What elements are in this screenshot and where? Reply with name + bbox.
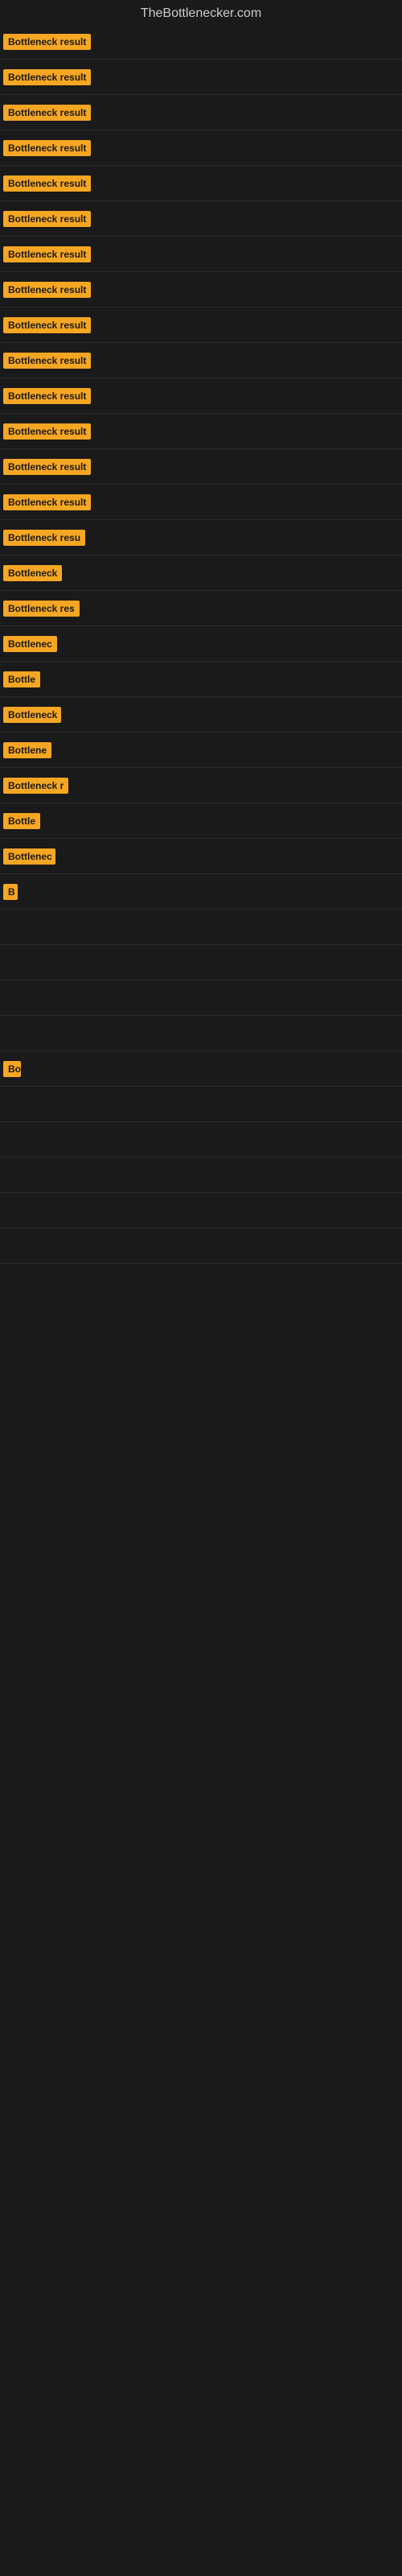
list-item[interactable]: Bottlene [0,733,402,768]
list-item[interactable]: Bottleneck result [0,272,402,308]
bottleneck-result-label: Bottle [3,671,40,687]
bottleneck-result-label: Bo [3,1061,21,1077]
site-title-bar: TheBottlenecker.com [0,0,402,24]
bottleneck-result-label: Bottleneck result [3,494,91,510]
list-item[interactable] [0,910,402,945]
list-item[interactable]: Bottleneck result [0,237,402,272]
list-item[interactable]: Bottleneck result [0,60,402,95]
list-item[interactable]: Bottleneck result [0,485,402,520]
list-item[interactable] [0,1193,402,1228]
site-title: TheBottlenecker.com [0,0,402,24]
bottleneck-result-label: Bottleneck result [3,105,91,121]
bottleneck-result-label: B [3,884,18,900]
list-item[interactable]: Bottleneck result [0,308,402,343]
bottleneck-result-label: Bottleneck result [3,317,91,333]
list-item[interactable]: Bottleneck result [0,24,402,60]
list-item[interactable]: Bottleneck result [0,378,402,414]
list-item[interactable]: Bottle [0,662,402,697]
bottleneck-result-label: Bottle [3,813,40,829]
bottleneck-result-label: Bottleneck result [3,140,91,156]
bottleneck-result-label: Bottleneck result [3,423,91,440]
bottleneck-result-label: Bottlene [3,742,51,758]
list-item[interactable]: Bottleneck result [0,343,402,378]
bottleneck-result-label: Bottleneck result [3,34,91,50]
list-item[interactable]: Bottleneck [0,555,402,591]
list-item[interactable] [0,1087,402,1122]
list-item[interactable] [0,1016,402,1051]
list-item[interactable]: Bottleneck result [0,201,402,237]
bottleneck-result-label: Bottleneck result [3,175,91,192]
list-item[interactable] [0,1122,402,1158]
bottleneck-result-label: Bottlenec [3,636,57,652]
bottleneck-result-label: Bottleneck resu [3,530,85,546]
list-item[interactable]: Bottleneck result [0,95,402,130]
bottleneck-result-label: Bottleneck result [3,69,91,85]
bottleneck-result-label: Bottleneck result [3,459,91,475]
bottleneck-result-label: Bottleneck result [3,246,91,262]
list-item[interactable]: Bottleneck result [0,449,402,485]
bottleneck-result-label: Bottleneck result [3,282,91,298]
rows-container: Bottleneck result Bottleneck result Bottle… [0,24,402,1264]
bottleneck-result-label: Bottleneck result [3,388,91,404]
list-item[interactable]: Bottleneck res [0,591,402,626]
list-item[interactable]: B [0,874,402,910]
bottleneck-result-label: Bottleneck [3,707,61,723]
list-item[interactable]: Bottle [0,803,402,839]
list-item[interactable]: Bottleneck result [0,130,402,166]
bottleneck-result-label: Bottleneck result [3,353,91,369]
bottleneck-result-label: Bottlenec [3,848,55,865]
list-item[interactable]: Bottlenec [0,839,402,874]
list-item[interactable] [0,980,402,1016]
bottleneck-result-label: Bottleneck [3,565,62,581]
list-item[interactable]: Bottlenec [0,626,402,662]
list-item[interactable]: Bottleneck result [0,166,402,201]
bottleneck-result-label: Bottleneck result [3,211,91,227]
bottleneck-result-label: Bottleneck res [3,601,80,617]
list-item[interactable] [0,945,402,980]
list-item[interactable] [0,1158,402,1193]
list-item[interactable]: Bottleneck result [0,414,402,449]
list-item[interactable]: Bo [0,1051,402,1087]
list-item[interactable] [0,1228,402,1264]
bottleneck-result-label: Bottleneck r [3,778,68,794]
list-item[interactable]: Bottleneck [0,697,402,733]
list-item[interactable]: Bottleneck r [0,768,402,803]
list-item[interactable]: Bottleneck resu [0,520,402,555]
